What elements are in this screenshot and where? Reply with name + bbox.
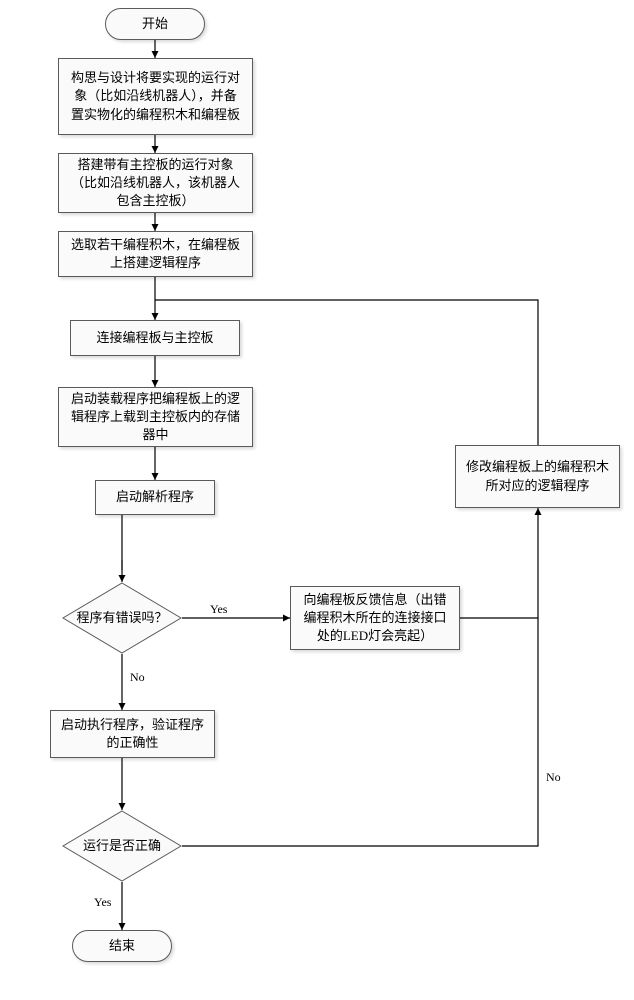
process-start-exec-label: 启动执行程序，验证程序的正确性 bbox=[61, 716, 204, 752]
decision-runs-ok-label: 运行是否正确 bbox=[62, 838, 182, 854]
process-start-parser: 启动解析程序 bbox=[95, 480, 215, 515]
process-design-label: 构思与设计将要实现的运行对象（比如沿线机器人），并备置实物化的编程积木和编程板 bbox=[69, 69, 242, 124]
process-start-exec: 启动执行程序，验证程序的正确性 bbox=[50, 710, 215, 758]
terminator-end-label: 结束 bbox=[109, 937, 135, 955]
process-feedback: 向编程板反馈信息（出错编程积木所在的连接接口处的LED灯会亮起） bbox=[290, 586, 460, 650]
process-build-robot-label: 搭建带有主控板的运行对象（比如沿线机器人，该机器人包含主控板） bbox=[69, 156, 242, 211]
process-load-program: 启动装载程序把编程板上的逻辑程序上载到主控板内的存储器中 bbox=[58, 387, 253, 447]
process-build-robot: 搭建带有主控板的运行对象（比如沿线机器人，该机器人包含主控板） bbox=[58, 153, 253, 213]
process-feedback-label: 向编程板反馈信息（出错编程积木所在的连接接口处的LED灯会亮起） bbox=[301, 591, 449, 646]
process-start-parser-label: 启动解析程序 bbox=[116, 488, 194, 506]
process-modify-label: 修改编程板上的编程积木所对应的逻辑程序 bbox=[466, 458, 609, 494]
process-load-program-label: 启动装载程序把编程板上的逻辑程序上载到主控板内的存储器中 bbox=[69, 390, 242, 445]
edge-label-dec1-no: No bbox=[130, 670, 145, 685]
process-select-blocks: 选取若干编程积木，在编程板上搭建逻辑程序 bbox=[58, 231, 253, 277]
terminator-end: 结束 bbox=[72, 930, 172, 962]
process-design: 构思与设计将要实现的运行对象（比如沿线机器人），并备置实物化的编程积木和编程板 bbox=[58, 58, 253, 135]
process-select-blocks-label: 选取若干编程积木，在编程板上搭建逻辑程序 bbox=[69, 236, 242, 272]
decision-has-error: 程序有错误吗？ bbox=[62, 582, 182, 654]
terminator-start: 开始 bbox=[105, 8, 205, 40]
edge-label-dec2-no: No bbox=[546, 770, 561, 785]
process-connect-boards: 连接编程板与主控板 bbox=[70, 320, 240, 356]
process-connect-boards-label: 连接编程板与主控板 bbox=[96, 329, 213, 347]
flowchart-canvas: 开始 构思与设计将要实现的运行对象（比如沿线机器人），并备置实物化的编程积木和编… bbox=[0, 0, 634, 1000]
edge-label-dec2-yes: Yes bbox=[94, 895, 111, 910]
edge-label-dec1-yes: Yes bbox=[210, 602, 227, 617]
decision-runs-ok: 运行是否正确 bbox=[62, 810, 182, 882]
terminator-start-label: 开始 bbox=[142, 15, 168, 33]
process-modify: 修改编程板上的编程积木所对应的逻辑程序 bbox=[455, 445, 620, 508]
decision-has-error-label: 程序有错误吗？ bbox=[62, 610, 182, 626]
